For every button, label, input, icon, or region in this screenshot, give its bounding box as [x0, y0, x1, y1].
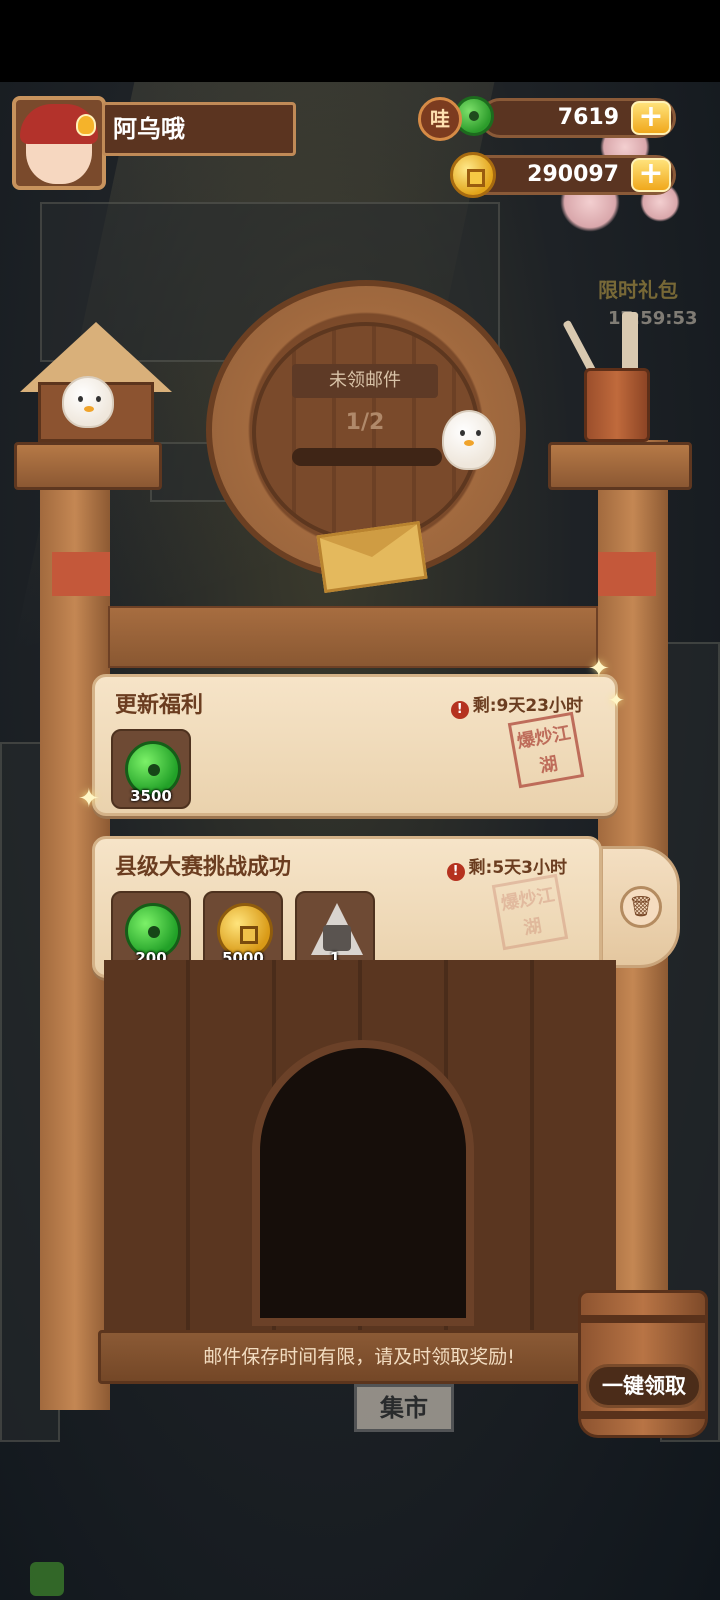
add-gold-button[interactable]: + — [631, 158, 671, 192]
player-name: 阿乌哦 — [102, 102, 296, 156]
unclaimed-mail-title: 未领邮件 — [292, 364, 438, 398]
left-post-band — [52, 552, 110, 596]
brush-holder — [584, 368, 650, 442]
flame-badge-icon — [76, 114, 96, 136]
bottom-menu-icon[interactable] — [30, 1562, 64, 1596]
market-sign: 集市 — [354, 1384, 454, 1432]
rice-ball-icon — [311, 903, 363, 955]
game-stamp: 爆炒江湖 — [507, 711, 585, 789]
sparkle-icon: ✦ — [608, 688, 625, 712]
collect-all-button[interactable]: 一键领取 — [586, 1364, 702, 1408]
left-platform — [14, 442, 162, 490]
jade-amount: 7619 — [557, 105, 619, 130]
delete-mail-button[interactable]: 🗑 — [620, 886, 662, 928]
item-quantity: 3500 — [130, 787, 172, 805]
warning-icon: ! — [450, 701, 469, 719]
reward-item[interactable]: 1 — [295, 891, 375, 971]
arched-doorway — [252, 1040, 474, 1326]
limited-pack-label: 限时礼包 — [598, 278, 678, 302]
game-stamp: 爆炒江湖 — [491, 873, 569, 951]
mail-card[interactable]: 更新福利 ! 剩:9天23小时 3500 爆炒江湖 — [92, 674, 618, 816]
mail-count: 1/2 — [345, 410, 385, 435]
player-avatar[interactable] — [12, 96, 106, 190]
scroll-icon — [622, 312, 638, 374]
mail-title: 更新福利 — [115, 693, 204, 718]
chick-icon — [442, 410, 496, 470]
add-jade-button[interactable]: + — [631, 101, 671, 135]
gold-amount: 290097 — [527, 162, 619, 187]
reward-item[interactable]: 5000 — [203, 891, 283, 971]
mail-title: 县级大赛挑战成功 — [115, 855, 292, 880]
warning-icon: ! — [446, 863, 465, 881]
reward-item[interactable]: 200 — [111, 891, 191, 971]
top-beam — [108, 606, 598, 668]
mail-card[interactable]: 县级大赛挑战成功 ! 剩:5天3小时 200 5000 1 爆炒江湖 — [92, 836, 602, 978]
gold-coin-icon — [450, 152, 496, 198]
right-platform — [548, 442, 692, 490]
jade-currency-bar: 7619 + — [480, 98, 676, 138]
chick-icon — [62, 376, 114, 428]
reward-item[interactable]: 3500 — [111, 729, 191, 809]
mail-notice: 邮件保存时间有限，请及时领取奖励! — [98, 1330, 620, 1384]
right-post-band — [598, 552, 656, 596]
mail-progress-bar — [292, 448, 442, 466]
sparkle-icon: ✦ — [588, 654, 610, 684]
sparkle-icon: ✦ — [78, 784, 100, 814]
wa-badge-icon: 哇 — [418, 97, 462, 141]
